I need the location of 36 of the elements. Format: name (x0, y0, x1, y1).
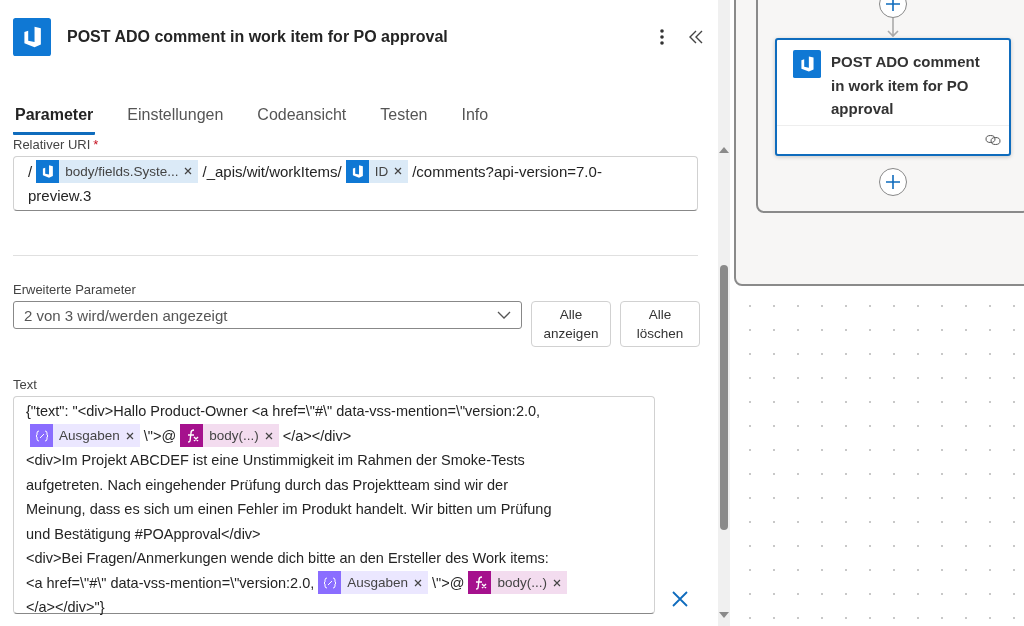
dynamic-content-token[interactable]: Ausgaben (318, 571, 429, 595)
field-label: Relativer URI (13, 137, 91, 152)
dynamic-content-token[interactable]: body/fields.Syste... (36, 159, 199, 183)
expression-text: /_apis/wit/workItems/ (202, 162, 342, 180)
advanced-action-button[interactable]: Alle anzeigen (531, 301, 611, 347)
expression-text: <a href=\"#\" data-vss-mention=\"version:2.0, (26, 574, 315, 591)
tab[interactable]: Codeansicht (255, 102, 349, 135)
dynamic-content-token[interactable]: Ausgaben (30, 424, 140, 448)
expression-text: aufgetreten. Nach eingehender Prüfung durch das Projektteam sind wir der (26, 476, 508, 493)
tab[interactable]: Parameter (13, 102, 96, 135)
expression-text: </a></div> (282, 427, 352, 444)
expression-text: und Bestätigung #POApproval</div> (26, 525, 261, 542)
field-label: Erweiterte Parameter (13, 282, 137, 297)
required-mark: * (93, 137, 99, 152)
field-label: Text (13, 377, 38, 392)
expression-text: Meinung, dass es sich um einen Fehler im Produkt handelt. Wir bitten um Prüfung (26, 501, 552, 518)
expression-text: / (28, 162, 33, 180)
dynamic-content-token[interactable]: body(...) (468, 571, 567, 595)
tab[interactable]: Info (459, 102, 491, 135)
expression-text: <div>Bei Fragen/Anmerkungen wende dich bitte an den Ersteller des Work items: (26, 550, 549, 567)
tab[interactable]: Einstellungen (125, 102, 226, 135)
advanced-parameters-dropdown[interactable]: 2 von 3 wird/werden angezeigt (13, 301, 522, 329)
expression-text: preview.3 (28, 187, 92, 205)
uri-input-field[interactable]: / body/fields.Syste... /_apis/wit/workItems/ ID /comments?api-version=7.0- preview.3 (13, 156, 698, 211)
expression-text: {"text": "<div>Hallo Product-Owner <a href=\"#\" data-vss-mention=\"version:2.0, (26, 403, 541, 420)
tab[interactable]: Testen (378, 102, 430, 135)
advanced-action-button[interactable]: Alle löschen (620, 301, 700, 347)
expression-text: \">@ (143, 427, 177, 444)
expression-text: \">@ (432, 574, 465, 591)
dynamic-content-token[interactable]: body(...) (180, 424, 279, 448)
expression-text: </a></div>"} (26, 599, 105, 616)
action-card[interactable]: POST ADO comment in work item for PO approval (775, 38, 1011, 156)
dynamic-content-token[interactable]: ID (345, 159, 409, 183)
expression-text: /comments?api-version=7.0- (412, 162, 602, 180)
panel-title: POST ADO comment in work item for PO approval (67, 28, 449, 46)
expression-text: <div>Im Projekt ABCDEF ist eine Unstimmigkeit im Rahmen der Smoke-Tests (26, 452, 525, 469)
